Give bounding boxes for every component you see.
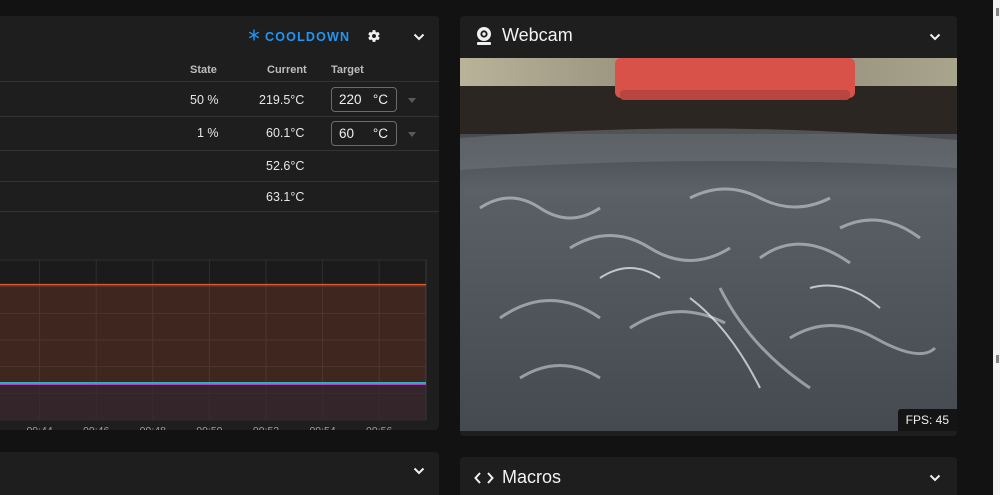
x-tick-label: 09:52	[253, 425, 279, 430]
sensor-current-temp: 63.1°C	[266, 190, 305, 204]
table-row	[0, 182, 439, 212]
heater-current-temp: 219.5°C	[259, 93, 305, 107]
heater-state: 1 %	[197, 126, 219, 140]
bed-target-input[interactable]: 60 °C	[331, 121, 397, 146]
chart-x-axis: 09:4209:4409:4609:4809:5009:5209:5409:56	[26, 425, 392, 430]
caret-down-icon[interactable]	[408, 132, 416, 137]
webcam-stream[interactable]: FPS: 45	[460, 58, 957, 431]
heater-state: 50 %	[190, 93, 219, 107]
temperature-table-header	[0, 58, 439, 82]
sensor-current-temp: 52.6°C	[266, 159, 305, 173]
table-row	[0, 151, 439, 182]
target-unit: °C	[372, 126, 388, 141]
x-tick-label: 09:44	[26, 425, 52, 430]
column-header-current: Current	[267, 64, 307, 76]
scrollbar-thumb[interactable]	[996, 355, 999, 363]
snowflake-icon	[248, 29, 260, 44]
x-tick-label: 09:54	[309, 425, 335, 430]
webcam-frame	[460, 58, 957, 431]
webcam-card-header: Webcam	[460, 16, 957, 58]
chevron-down-icon[interactable]	[929, 473, 941, 483]
series-area	[0, 384, 426, 420]
column-header-state: State	[190, 64, 217, 76]
cooldown-button[interactable]: COOLDOWN	[248, 29, 350, 44]
target-value: 220	[339, 92, 362, 107]
collapsed-card	[0, 452, 439, 495]
heater-current-temp: 60.1°C	[266, 126, 305, 140]
caret-down-icon[interactable]	[408, 98, 416, 103]
scrollbar-arrow[interactable]	[996, 8, 999, 16]
target-unit: °C	[372, 92, 388, 107]
temperature-chart: 09:4209:4409:4609:4809:5009:5209:5409:56	[0, 259, 427, 430]
macros-title: Macros	[502, 467, 562, 487]
gear-icon[interactable]	[367, 29, 381, 48]
extruder-target-input[interactable]: 220 °C	[331, 87, 397, 112]
column-header-target: Target	[331, 64, 364, 76]
cooldown-label: COOLDOWN	[265, 29, 351, 44]
macros-card: Macros	[460, 457, 957, 495]
x-tick-label: 09:48	[140, 425, 166, 430]
target-value: 60	[339, 126, 355, 141]
chevron-down-icon[interactable]	[413, 32, 425, 42]
x-tick-label: 09:50	[196, 425, 222, 430]
code-icon	[474, 471, 494, 490]
temperature-card: COOLDOWN State Current Target 50 % 219.5…	[0, 16, 439, 430]
scrollbar[interactable]	[993, 0, 1000, 495]
webcam-title: Webcam	[502, 25, 573, 45]
x-tick-label: 09:46	[83, 425, 109, 430]
temperature-card-header: COOLDOWN	[0, 16, 439, 58]
x-tick-label: 09:56	[366, 425, 392, 430]
webcam-icon	[475, 26, 493, 51]
webcam-card: Webcam FPS: 45	[460, 16, 957, 436]
chevron-down-icon[interactable]	[929, 32, 941, 42]
chevron-down-icon[interactable]	[413, 466, 425, 476]
fps-badge: FPS: 45	[897, 409, 957, 431]
dashboard-page: COOLDOWN State Current Target 50 % 219.5…	[0, 0, 1000, 495]
chart-areas	[0, 284, 426, 420]
